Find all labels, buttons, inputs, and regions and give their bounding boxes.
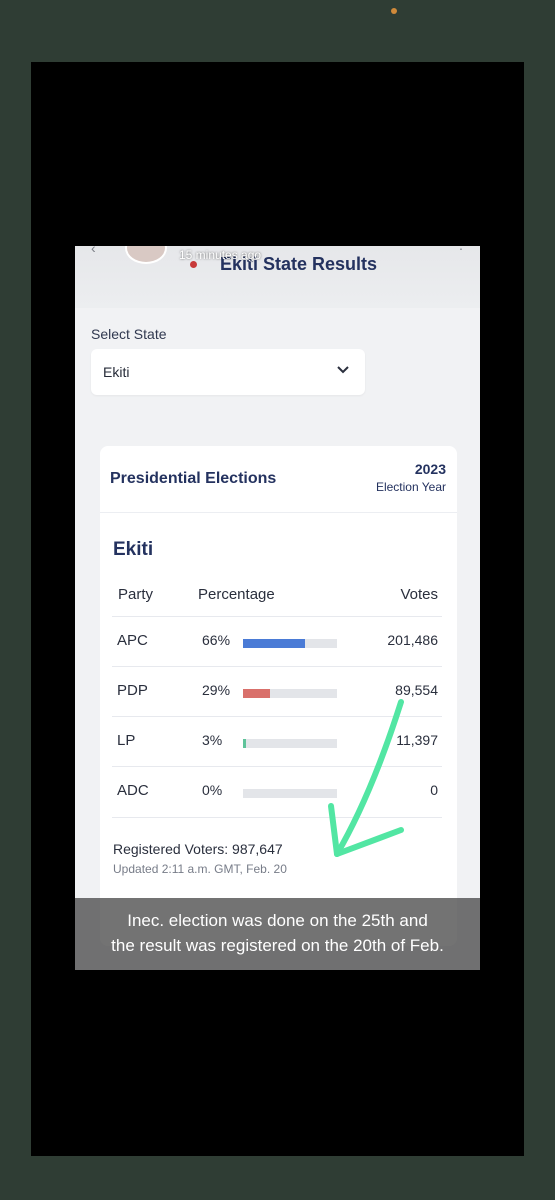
caption-line: the result was registered on the 20th of… (111, 936, 444, 955)
caption-line: Inec. election was done on the 25th and (127, 911, 428, 930)
annotation-arrow-icon (328, 699, 404, 857)
story-frame: ‹ ⋮ Ekiti State Results 15 minutes ago S… (31, 62, 524, 1156)
story-caption: Inec. election was done on the 25th and … (75, 898, 480, 970)
shared-screenshot: ‹ ⋮ Ekiti State Results 15 minutes ago S… (75, 246, 480, 970)
status-indicator-dot (391, 8, 397, 14)
